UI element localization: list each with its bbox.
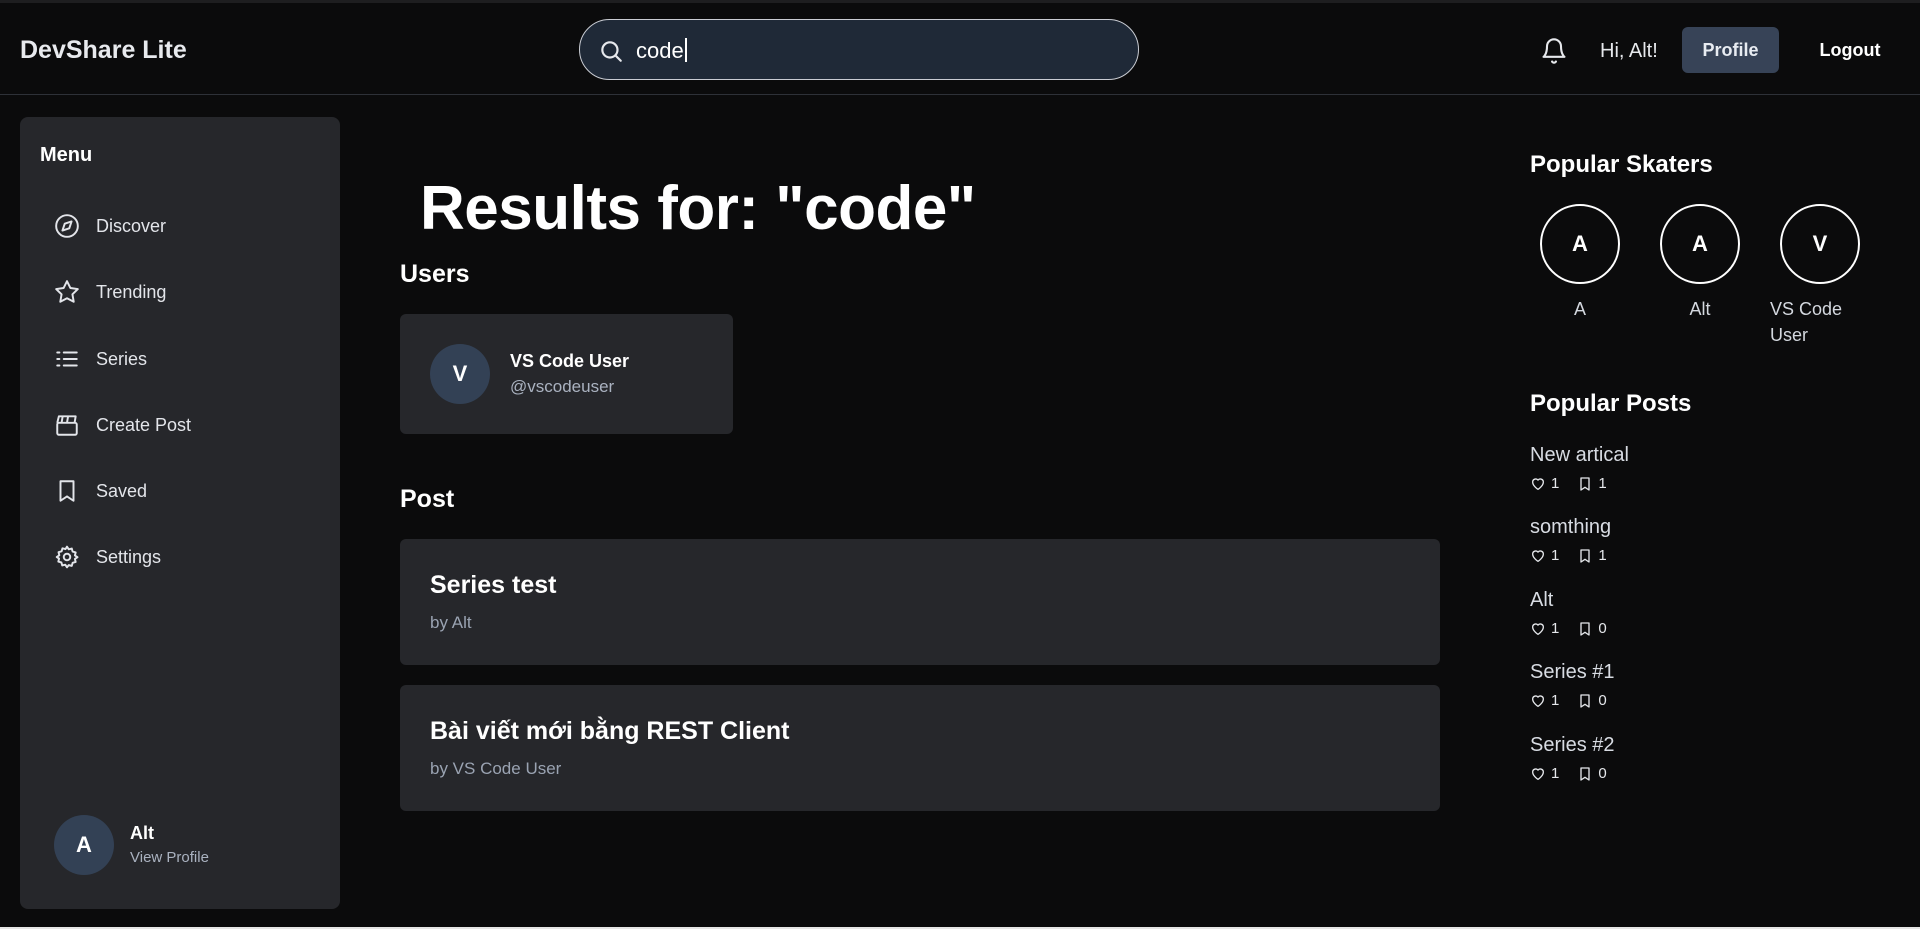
like-count: 1	[1551, 692, 1560, 709]
heart-icon	[1532, 694, 1544, 707]
search-icon	[601, 41, 622, 62]
popular-skaters-heading: Popular Skaters	[1530, 151, 1713, 178]
popular-post-item[interactable]: New artical 1 1	[1530, 444, 1790, 492]
like-count: 1	[1551, 547, 1560, 564]
sidebar-user-name: Alt	[130, 823, 154, 843]
heart-icon	[1532, 622, 1544, 635]
like-count: 1	[1551, 765, 1560, 782]
user-handle: @vscodeuser	[510, 377, 615, 396]
heart-icon	[1532, 767, 1544, 780]
sidebar-item-saved[interactable]: Saved	[54, 471, 334, 511]
avatar: V	[1780, 204, 1860, 284]
post-author: by Alt	[430, 613, 472, 632]
search-input[interactable]: code	[579, 19, 1139, 80]
sidebar-item-label: Settings	[96, 546, 162, 567]
sidebar-user[interactable]: A Alt View Profile	[54, 815, 324, 877]
bell-icon[interactable]	[1540, 36, 1568, 66]
bookmark-icon	[1580, 693, 1591, 708]
profile-button[interactable]: Profile	[1682, 27, 1779, 73]
post-stats: 1 0	[1530, 692, 1790, 709]
popular-post-item[interactable]: Series #1 1 0	[1530, 661, 1790, 709]
post-result-card[interactable]: Bài viết mới bằng REST Client by VS Code…	[400, 685, 1440, 811]
save-count: 0	[1598, 620, 1607, 637]
skater-item[interactable]: V VS Code User	[1770, 204, 1870, 348]
save-count: 0	[1598, 765, 1607, 782]
compass-icon	[55, 214, 79, 238]
bookmark-icon	[59, 480, 75, 502]
post-stats: 1 1	[1530, 475, 1790, 492]
post-stats: 1 0	[1530, 765, 1790, 782]
popular-post-title: somthing	[1530, 516, 1612, 538]
save-count: 1	[1598, 547, 1607, 564]
bookmark-icon	[1580, 476, 1591, 491]
save-count: 1	[1598, 475, 1607, 492]
post-author: by VS Code User	[430, 759, 562, 778]
post-title: Bài viết mới bằng REST Client	[430, 717, 790, 745]
user-result-card[interactable]: V VS Code User @vscodeuser	[400, 314, 733, 434]
popular-post-title: Alt	[1530, 589, 1554, 611]
sidebar-item-label: Series	[96, 348, 148, 369]
sidebar-item-discover[interactable]: Discover	[54, 206, 334, 246]
skater-item[interactable]: A A	[1540, 204, 1630, 322]
gear-icon	[55, 545, 79, 569]
users-heading: Users	[400, 260, 470, 288]
popular-post-item[interactable]: Alt 1 0	[1530, 589, 1790, 637]
bookmark-icon	[1580, 548, 1591, 563]
logout-button[interactable]: Logout	[1802, 27, 1898, 73]
text-caret	[684, 38, 687, 62]
popular-post-item[interactable]: somthing 1 1	[1530, 516, 1790, 564]
user-name: VS Code User	[510, 351, 630, 371]
sidebar-item-label: Discover	[96, 215, 167, 236]
post-result-card[interactable]: Series test by Alt	[400, 539, 1440, 665]
post-stats: 1 1	[1530, 547, 1790, 564]
skater-name: Alt	[1689, 299, 1711, 319]
clapperboard-icon	[56, 415, 78, 436]
avatar: A	[1540, 204, 1620, 284]
avatar: V	[430, 344, 490, 404]
search-value: code	[636, 38, 687, 64]
brand-logo[interactable]: DevShare Lite	[20, 36, 187, 65]
page-title: Results for: "code"	[420, 174, 976, 243]
bookmark-icon	[1580, 766, 1591, 781]
bookmark-icon	[1580, 621, 1591, 636]
top-header: DevShare Lite code Hi, Alt! Profile Logo…	[0, 3, 1920, 95]
popular-post-title: Series #2	[1530, 734, 1615, 756]
heart-icon	[1532, 477, 1544, 490]
popular-posts-heading: Popular Posts	[1530, 390, 1692, 417]
post-title: Series test	[430, 571, 557, 599]
app-window: DevShare Lite code Hi, Alt! Profile Logo…	[0, 0, 1920, 927]
skater-name: VS Code User	[1770, 299, 1843, 345]
popular-post-item[interactable]: Series #2 1 0	[1530, 734, 1790, 782]
star-icon	[55, 280, 79, 303]
posts-heading: Post	[400, 485, 455, 513]
skater-item[interactable]: A Alt	[1660, 204, 1750, 322]
save-count: 0	[1598, 692, 1607, 709]
like-count: 1	[1551, 475, 1560, 492]
popular-post-title: New artical	[1530, 444, 1629, 466]
heart-icon	[1532, 549, 1544, 562]
sidebar-item-label: Create Post	[96, 414, 192, 435]
sidebar-item-create-post[interactable]: Create Post	[54, 405, 334, 445]
avatar: A	[54, 815, 114, 875]
avatar: A	[1660, 204, 1740, 284]
sidebar-item-label: Trending	[96, 281, 167, 302]
sidebar-item-settings[interactable]: Settings	[54, 537, 334, 577]
sidebar-item-label: Saved	[96, 480, 148, 501]
sidebar-item-trending[interactable]: Trending	[54, 272, 334, 312]
view-profile-link[interactable]: View Profile	[130, 849, 209, 866]
sidebar: Menu Discover Trending Series Create Pos…	[20, 117, 340, 909]
greeting-text: Hi, Alt!	[1600, 40, 1658, 62]
like-count: 1	[1551, 620, 1560, 637]
popular-post-title: Series #1	[1530, 661, 1615, 683]
sidebar-item-series[interactable]: Series	[54, 339, 334, 379]
post-stats: 1 0	[1530, 620, 1790, 637]
list-icon	[56, 351, 78, 367]
menu-title: Menu	[40, 144, 93, 166]
skater-name: A	[1573, 299, 1586, 319]
